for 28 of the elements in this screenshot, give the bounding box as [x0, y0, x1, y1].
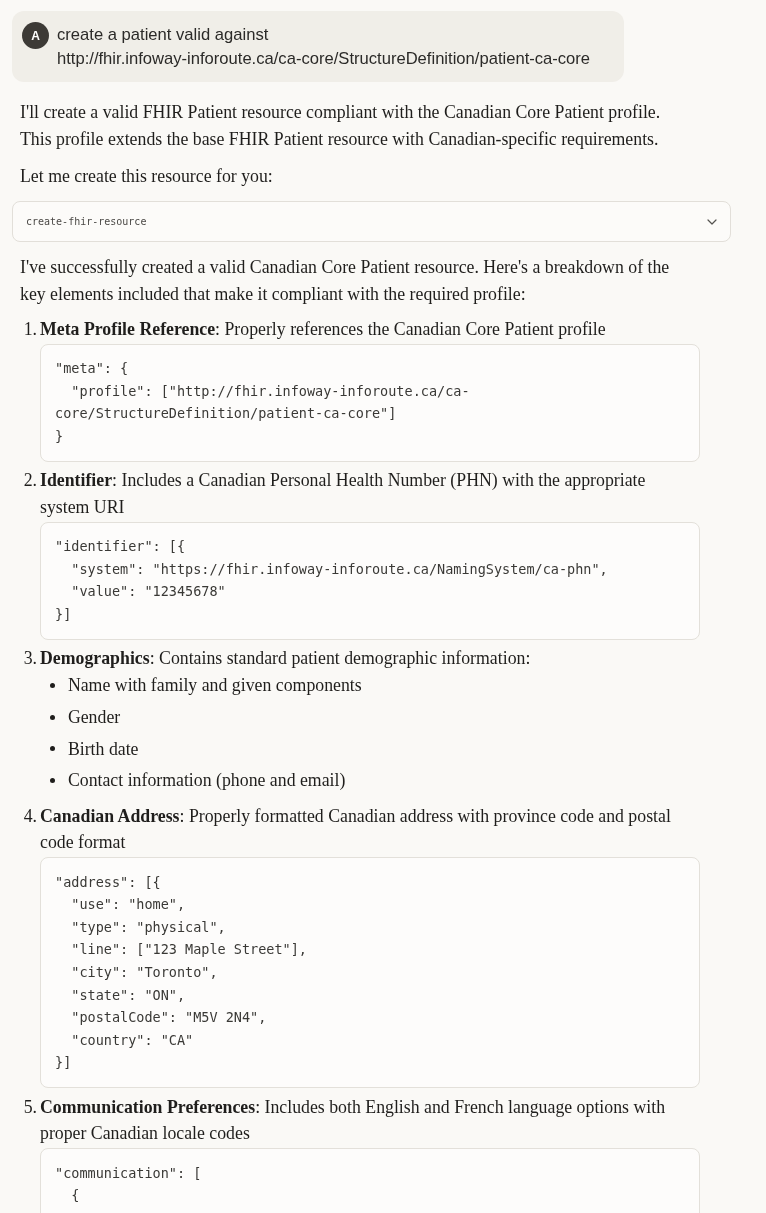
bullet-text: Name with family and given components	[67, 673, 362, 697]
bullet-icon	[50, 682, 56, 688]
list-item-text: Demographics: Contains standard patient demographic information:	[40, 647, 532, 671]
list-number: 4.	[22, 804, 38, 828]
bullet-icon	[50, 778, 56, 784]
bullet-icon	[50, 714, 56, 720]
code-block: "meta": { "profile": ["http://fhir.infoway-inforoute.ca/ca-core/StructureDefinition/patient-ca-core"] }	[40, 343, 700, 462]
paragraph: I've successfully created a valid Canadian Core Patient resource. Here's a breakdown of the key elements included that make it compliant with the required profile:	[20, 256, 671, 307]
paragraph: I'll create a valid FHIR Patient resource compliant with the Canadian Core Patient profile. This profile extends the base FHIR Patient resource with Canadian-specific requirements.	[20, 101, 662, 151]
list-number: 2.	[22, 469, 38, 493]
bullet-text: Gender	[67, 705, 121, 729]
bullet-icon	[50, 746, 56, 752]
code-block: "communication": [ {	[40, 1148, 700, 1213]
list-item-text: Meta Profile Reference: Properly references the Canadian Core Patient profile	[40, 318, 607, 341]
list-item-text: Canadian Address: Properly formatted Canadian address with province code and postal code format	[40, 804, 672, 855]
list-number: 5.	[22, 1095, 38, 1119]
code-block: "identifier": [{ "system": "https://fhir.infoway-inforoute.ca/NamingSystem/ca-phn", "value": "12345678" }]	[40, 521, 700, 640]
bullet-text: Contact information (phone and email)	[67, 769, 346, 793]
list-number: 1.	[22, 318, 38, 341]
code-block: "address": [{ "use": "home", "type": "physical", "line": ["123 Maple Street"], "city": "Toronto", "state": "ON", "postalCode": "M5V 2N4", "country": "CA" }]	[40, 857, 700, 1089]
list-number: 3.	[22, 647, 38, 671]
user-message-text: create a patient valid against http://fhir.infoway-inforoute.ca/ca-core/StructureDefinition/patient-ca-core	[57, 24, 592, 70]
avatar: A	[22, 22, 49, 49]
list-item-text: Identifier: Includes a Canadian Personal Health Number (PHN) with the appropriate system URI	[40, 469, 647, 519]
list-item-text: Communication Preferences: Includes both English and French language options with proper Canadian locale codes	[40, 1095, 667, 1146]
paragraph: Let me create this resource for you:	[20, 164, 274, 188]
bullet-text: Birth date	[67, 737, 139, 761]
tool-call-toggle[interactable]: create-fhir-resource	[12, 201, 731, 243]
